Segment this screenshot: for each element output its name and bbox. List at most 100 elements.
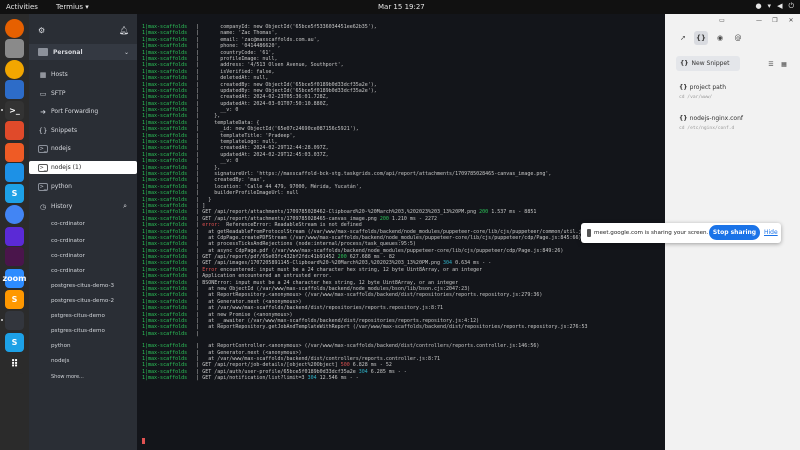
log-prefix: 1|max-scaffolds — [142, 209, 188, 216]
sidebar-item-sftp[interactable]: ▭ SFTP — [29, 87, 137, 100]
history-item[interactable]: co-crdinator — [51, 253, 85, 259]
history-item[interactable]: co-crdinator — [51, 238, 85, 244]
dock-skype-2-icon[interactable]: S — [5, 333, 24, 352]
dock-docker-icon[interactable] — [5, 163, 24, 182]
http-status-code: 200 — [337, 254, 347, 261]
search-icon[interactable]: ⌕ — [123, 202, 127, 211]
dock-skype-icon[interactable]: S — [5, 184, 24, 203]
log-prefix: 1|max-scaffolds — [142, 36, 188, 43]
log-text: | at new ObjectId (/var/www/max-scaffold… — [187, 286, 471, 293]
history-item[interactable]: python — [51, 343, 71, 349]
dock-app-store-icon[interactable] — [5, 121, 24, 140]
history-item[interactable]: postgres-citus-demo-2 — [51, 298, 114, 304]
history-item[interactable]: co-crdinator — [51, 268, 85, 274]
dock-insomnia-icon[interactable] — [5, 227, 24, 246]
snippets-tab-icon[interactable]: {} — [694, 31, 708, 45]
sidebar-item-snippets[interactable]: {} Snippets — [29, 124, 137, 137]
port-forwarding-icon: ➜ — [40, 107, 46, 116]
sidebar-item-port-forwarding[interactable]: ➜ Port Forwarding — [29, 105, 137, 118]
terminal-log: 1|max-scaffolds | companyId: new ObjectI… — [142, 24, 606, 381]
terminal-line: 1|max-scaffolds | GET /api/notification/… — [142, 375, 606, 381]
history-item[interactable]: co-crdinator — [51, 221, 85, 227]
log-text: | updatedAt: 2024-02-29T12:45:03.037Z, — [187, 151, 329, 158]
dock-slack-icon[interactable] — [5, 247, 24, 266]
maximize-button[interactable]: — — [752, 13, 766, 27]
new-snippet-button[interactable]: {} New Snippet — [676, 56, 740, 71]
dock-postman-icon[interactable] — [5, 143, 24, 162]
screen-share-icon: ● — [755, 2, 762, 10]
vault-icon — [38, 48, 48, 56]
history-item[interactable]: nodejs — [51, 358, 69, 364]
dock-sublime-text-icon[interactable]: S — [5, 290, 24, 309]
log-text: | createdAt: 2024-02-23T05:36:01.728Z, — [187, 94, 329, 101]
log-text: | updatedAt: 2024-03-01T07:50:10.880Z, — [187, 100, 329, 107]
history-item[interactable]: postgres-citus-demo-3 — [51, 283, 114, 289]
log-text: | at __awaiter (/var/www/max-scaffolds/b… — [187, 317, 480, 324]
minimize-button[interactable]: ▭ — [715, 13, 729, 27]
dock-chrome-icon[interactable] — [5, 205, 24, 224]
dock-firefox-icon[interactable] — [5, 19, 24, 38]
log-text: | companyId: new ObjectId('65bce5f533603… — [187, 24, 377, 30]
clock[interactable]: Mar 15 19:27 — [378, 3, 425, 11]
rocket-icon[interactable]: ➚ — [676, 31, 690, 45]
log-prefix: 1|max-scaffolds — [142, 145, 188, 152]
terminal-line: 1|max-scaffolds | — [142, 331, 606, 337]
terminal-session-icon: >_ — [38, 144, 48, 153]
show-more-link[interactable]: Show more... — [51, 374, 84, 380]
session-tab-label: nodejs (1) — [51, 164, 82, 171]
log-error-label: error: — [202, 222, 221, 229]
log-prefix: 1|max-scaffolds — [142, 177, 188, 184]
log-text: | createdBy: 'max', — [187, 177, 266, 184]
log-prefix: 1|max-scaffolds — [142, 368, 188, 375]
dock-rhythmbox-icon[interactable] — [5, 60, 24, 79]
system-tray[interactable]: ● ▾ ◀ ⏻ — [755, 2, 794, 11]
stop-sharing-button[interactable]: Stop sharing — [709, 225, 760, 240]
settings-gear-icon[interactable]: ⚙ — [38, 26, 45, 35]
history-item[interactable]: pstgres-citus-demo — [51, 313, 105, 319]
log-text: | createdAt: 2024-02-29T12:44:28.097Z, — [187, 145, 329, 152]
dock-zoom-icon[interactable]: zoom — [3, 269, 27, 288]
dock-libreoffice-writer-icon[interactable] — [5, 80, 24, 99]
dock-files-icon[interactable] — [5, 39, 24, 58]
restore-button[interactable]: ❐ — [768, 13, 782, 27]
log-text: | GET /api/report/job-details/[object%20… — [187, 362, 341, 369]
hide-banner-link[interactable]: Hide — [764, 229, 778, 236]
share-indicator-icon — [587, 229, 591, 237]
log-prefix: 1|max-scaffolds — [142, 286, 188, 293]
dock-terminal-icon[interactable]: >_ — [5, 101, 24, 120]
log-text: | at getReadableFromProtocolStream (/var… — [187, 228, 606, 235]
eye-icon[interactable]: ◉ — [713, 31, 727, 45]
log-prefix: 1|max-scaffolds — [142, 273, 188, 280]
at-sign-icon[interactable]: @ — [731, 31, 745, 45]
dock-show-apps-icon[interactable]: ⠿ — [5, 355, 24, 374]
session-tab[interactable]: >_ nodejs — [29, 142, 137, 155]
dock-termius-icon[interactable] — [5, 311, 24, 330]
app-menu[interactable]: Termius ▾ — [56, 3, 89, 11]
http-status-code: 304 — [307, 375, 317, 382]
session-tab[interactable]: >_ nodejs (1) — [29, 161, 137, 174]
close-window-button[interactable]: ✕ — [784, 13, 798, 27]
vault-selector[interactable]: Personal ⌄ — [29, 44, 137, 60]
snippet-item[interactable]: {} project path cd /var/www/ — [679, 84, 726, 100]
log-prefix: 1|max-scaffolds — [142, 260, 188, 267]
log-prefix: 1|max-scaffolds — [142, 132, 188, 139]
log-text: | GET /api/report/attachments/1709785028… — [187, 209, 480, 216]
history-header[interactable]: ◷ History ⌕ — [29, 200, 137, 213]
log-text: | builderProfileImageUrl: null — [187, 190, 299, 197]
notifications-bell-icon[interactable]: 🔔︎ — [119, 26, 129, 35]
activities-button[interactable]: Activities — [6, 3, 38, 11]
log-text: | at ReportRepository.getJobAndTemplateW… — [187, 324, 588, 331]
snippet-name: nodejs-nginx.conf — [689, 115, 743, 122]
share-message: meet.google.com is sharing your screen. — [594, 230, 709, 236]
view-grid-icon[interactable]: ▦ — [777, 57, 791, 71]
session-tab-label: python — [51, 183, 72, 190]
new-snippet-icon: {} — [680, 60, 689, 67]
log-prefix: 1|max-scaffolds — [142, 43, 188, 50]
history-item[interactable]: pstgres-citus-demo — [51, 328, 105, 334]
log-text: | isVerified: false, — [187, 68, 275, 75]
log-text-end: 6.285 ms - - — [367, 368, 407, 375]
session-tab[interactable]: >_ python — [29, 180, 137, 193]
snippet-item[interactable]: {} nodejs-nginx.conf cd /etc/nginx/conf.d — [679, 115, 743, 131]
sidebar-item-hosts[interactable]: ▦ Hosts — [29, 68, 137, 81]
sort-list-icon[interactable]: ☰ — [764, 57, 778, 71]
